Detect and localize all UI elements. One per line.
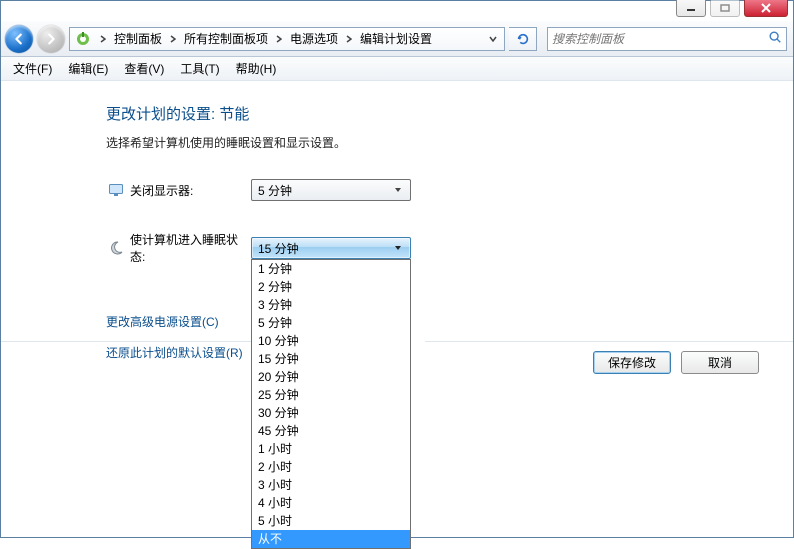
- save-button[interactable]: 保存修改: [593, 351, 671, 374]
- sleep-option[interactable]: 5 分钟: [252, 314, 410, 332]
- sleep-option[interactable]: 45 分钟: [252, 422, 410, 440]
- crumb-control-panel[interactable]: 控制面板: [110, 28, 166, 50]
- content-area: 更改计划的设置: 节能 选择希望计算机使用的睡眠设置和显示设置。 关闭显示器: …: [1, 81, 793, 537]
- chevron-down-icon: [390, 181, 406, 199]
- back-button[interactable]: [5, 25, 33, 53]
- power-options-icon: [74, 30, 92, 48]
- display-off-value: 5 分钟: [258, 182, 390, 199]
- display-off-label: 关闭显示器:: [126, 182, 251, 199]
- sleep-option[interactable]: 25 分钟: [252, 386, 410, 404]
- search-input[interactable]: [552, 32, 768, 46]
- close-button[interactable]: [744, 0, 788, 17]
- sleep-option[interactable]: 1 小时: [252, 440, 410, 458]
- sleep-dropdown: 1 分钟2 分钟3 分钟5 分钟10 分钟15 分钟20 分钟25 分钟30 分…: [251, 259, 411, 549]
- sleep-option[interactable]: 5 小时: [252, 512, 410, 530]
- cancel-button[interactable]: 取消: [681, 351, 759, 374]
- sleep-option[interactable]: 从不: [252, 530, 410, 548]
- sleep-option[interactable]: 3 分钟: [252, 296, 410, 314]
- advanced-settings-link[interactable]: 更改高级电源设置(C): [106, 313, 793, 330]
- maximize-button[interactable]: [710, 0, 740, 17]
- sleep-option[interactable]: 10 分钟: [252, 332, 410, 350]
- sleep-option[interactable]: 2 分钟: [252, 278, 410, 296]
- menu-file[interactable]: 文件(F): [7, 58, 58, 79]
- sleep-value: 15 分钟: [258, 240, 390, 257]
- divider: [425, 341, 793, 342]
- sleep-option[interactable]: 15 分钟: [252, 350, 410, 368]
- sleep-row: 使计算机进入睡眠状态: 15 分钟 1 分钟2 分钟3 分钟5 分钟10 分钟1…: [106, 231, 793, 265]
- display-off-combo[interactable]: 5 分钟: [251, 179, 411, 201]
- sleep-option[interactable]: 20 分钟: [252, 368, 410, 386]
- menu-view[interactable]: 查看(V): [118, 58, 170, 79]
- sleep-option[interactable]: 2 小时: [252, 458, 410, 476]
- search-icon[interactable]: [768, 30, 782, 47]
- chevron-right-icon: [96, 28, 110, 50]
- crumb-all-items[interactable]: 所有控制面板项: [180, 28, 272, 50]
- sleep-combo[interactable]: 15 分钟 1 分钟2 分钟3 分钟5 分钟10 分钟15 分钟20 分钟25 …: [251, 237, 411, 259]
- menu-bar: 文件(F) 编辑(E) 查看(V) 工具(T) 帮助(H): [1, 57, 793, 81]
- chevron-right-icon: [342, 28, 356, 50]
- page-title: 更改计划的设置: 节能: [106, 103, 793, 124]
- minimize-button[interactable]: [676, 0, 706, 17]
- sleep-option[interactable]: 30 分钟: [252, 404, 410, 422]
- sleep-option[interactable]: 1 分钟: [252, 260, 410, 278]
- page-subtitle: 选择希望计算机使用的睡眠设置和显示设置。: [106, 134, 793, 151]
- crumb-edit-plan[interactable]: 编辑计划设置: [356, 28, 436, 50]
- menu-tools[interactable]: 工具(T): [174, 58, 225, 79]
- chevron-down-icon: [390, 239, 406, 257]
- menu-help[interactable]: 帮助(H): [230, 58, 283, 79]
- control-panel-window: 控制面板 所有控制面板项 电源选项 编辑计划设置: [0, 0, 794, 538]
- window-controls: [676, 0, 788, 17]
- chevron-right-icon: [272, 28, 286, 50]
- crumb-power-options[interactable]: 电源选项: [286, 28, 342, 50]
- refresh-button[interactable]: [509, 27, 537, 51]
- address-bar[interactable]: 控制面板 所有控制面板项 电源选项 编辑计划设置: [69, 27, 505, 51]
- sleep-option[interactable]: 4 小时: [252, 494, 410, 512]
- sleep-option[interactable]: 3 小时: [252, 476, 410, 494]
- action-buttons: 保存修改 取消: [593, 351, 759, 374]
- display-off-row: 关闭显示器: 5 分钟: [106, 179, 793, 201]
- menu-edit[interactable]: 编辑(E): [62, 58, 114, 79]
- search-box[interactable]: [547, 27, 787, 51]
- navigation-bar: 控制面板 所有控制面板项 电源选项 编辑计划设置: [1, 21, 793, 57]
- divider: [1, 341, 265, 342]
- monitor-icon: [106, 182, 126, 198]
- forward-button: [37, 25, 65, 53]
- sleep-icon: [106, 240, 126, 256]
- chevron-right-icon: [166, 28, 180, 50]
- sleep-label: 使计算机进入睡眠状态:: [126, 231, 251, 265]
- address-dropdown-button[interactable]: [484, 28, 502, 50]
